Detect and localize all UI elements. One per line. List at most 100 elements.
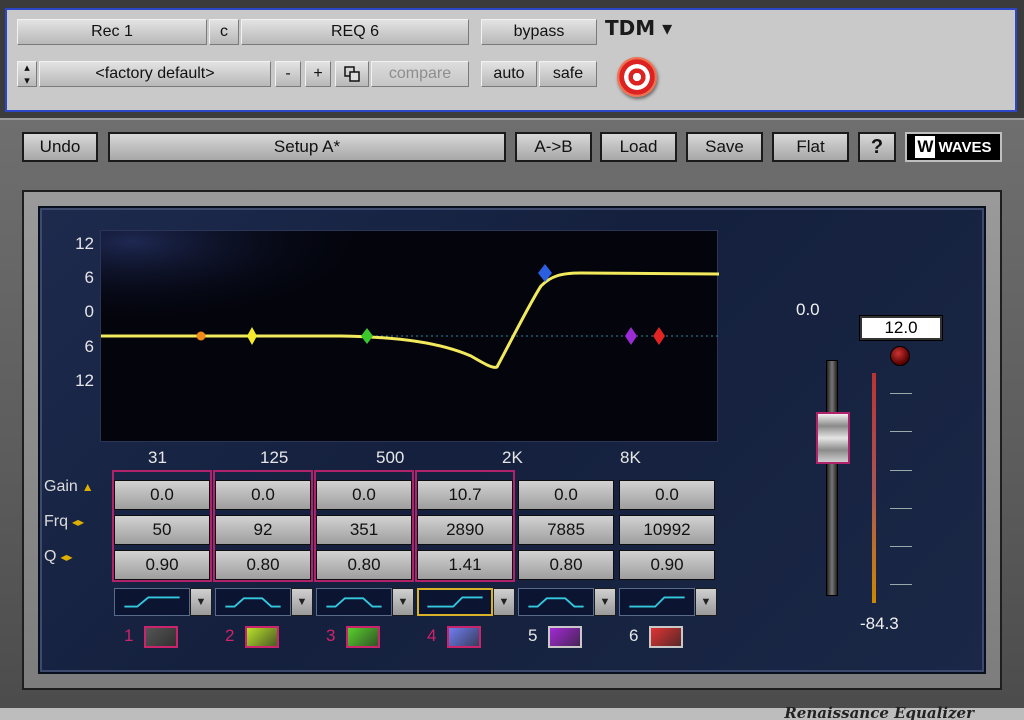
auto-button[interactable]: auto bbox=[481, 61, 537, 87]
meter-tick bbox=[890, 584, 912, 585]
tdm-menu[interactable]: TDM ▾ bbox=[605, 16, 672, 40]
band-6-gain-field[interactable]: 0.0 bbox=[619, 480, 715, 510]
output-gain-value: 0.0 bbox=[796, 300, 820, 319]
y-tick: 12 bbox=[75, 234, 94, 253]
band-3-number: 3 bbox=[326, 626, 336, 645]
preset-arrows-icon[interactable]: ▴ ▾ bbox=[17, 61, 37, 87]
band-6-filter-shape-icon[interactable] bbox=[619, 588, 695, 616]
eq-curve-display[interactable] bbox=[100, 230, 720, 443]
band-4-frq-field[interactable]: 2890 bbox=[417, 515, 513, 545]
undo-button[interactable]: Undo bbox=[22, 132, 98, 162]
help-button[interactable]: ? bbox=[858, 132, 896, 162]
band-5-number: 5 bbox=[528, 626, 538, 645]
track-select[interactable]: Rec 1 bbox=[17, 19, 207, 45]
preset-next-button[interactable]: + bbox=[305, 61, 331, 87]
band-4-filter-dropdown-icon[interactable]: ▼ bbox=[493, 588, 515, 616]
band-1-gain-field[interactable]: 0.0 bbox=[114, 480, 210, 510]
band-4-number: 4 bbox=[427, 626, 437, 645]
band-controls: 0.0 50 0.90 ▼ 1 0.0 92 0.80 ▼ 2 0.0 351 0.80 ▼ 3 10.7 28… bbox=[112, 470, 722, 648]
gain-row-label: Gain ▲ bbox=[44, 478, 94, 495]
safe-button[interactable]: safe bbox=[539, 61, 597, 87]
x-tick: 8K bbox=[620, 448, 641, 467]
x-tick: 125 bbox=[260, 448, 289, 467]
setup-name-button[interactable]: Setup A* bbox=[108, 132, 506, 162]
band-5-filter-dropdown-icon[interactable]: ▼ bbox=[594, 588, 616, 616]
x-tick: 31 bbox=[148, 448, 167, 467]
band-6-q-field[interactable]: 0.90 bbox=[619, 550, 715, 580]
meter-tick bbox=[890, 431, 912, 432]
preset-prev-button[interactable]: - bbox=[275, 61, 301, 87]
left-right-arrows-icon[interactable]: ◂▸ bbox=[60, 550, 72, 564]
band-1-filter-dropdown-icon[interactable]: ▼ bbox=[190, 588, 212, 616]
meter-tick bbox=[890, 470, 912, 471]
preset-menu[interactable]: <factory default> bbox=[39, 61, 271, 87]
output-fader-track[interactable] bbox=[826, 360, 838, 596]
compare-button[interactable]: compare bbox=[371, 61, 469, 87]
band-2-filter-shape-icon[interactable] bbox=[215, 588, 291, 616]
eq-panel: 12 6 0 6 12 31 125 500 2K 8K Gain ▲ Frq … bbox=[38, 206, 986, 674]
band-1-filter-shape-icon[interactable] bbox=[114, 588, 190, 616]
band-5-q-field[interactable]: 0.80 bbox=[518, 550, 614, 580]
band-5-gain-field[interactable]: 0.0 bbox=[518, 480, 614, 510]
output-level-value: -84.3 bbox=[860, 614, 899, 633]
y-tick: 6 bbox=[84, 268, 94, 287]
band-2-filter-dropdown-icon[interactable]: ▼ bbox=[291, 588, 313, 616]
band-6-filter-dropdown-icon[interactable]: ▼ bbox=[695, 588, 717, 616]
x-tick: 2K bbox=[502, 448, 523, 467]
meter-tick bbox=[890, 393, 912, 394]
q-row-label: Q ◂▸ bbox=[44, 548, 73, 565]
band-5-filter-shape-icon[interactable] bbox=[518, 588, 594, 616]
band-4-q-field[interactable]: 1.41 bbox=[417, 550, 513, 580]
copy-settings-icon[interactable] bbox=[335, 61, 369, 87]
left-right-arrows-icon[interactable]: ◂▸ bbox=[72, 515, 84, 529]
band-3-filter-dropdown-icon[interactable]: ▼ bbox=[392, 588, 414, 616]
band-3-enable-toggle[interactable] bbox=[346, 626, 380, 648]
band-1-frq-field[interactable]: 50 bbox=[114, 515, 210, 545]
save-button[interactable]: Save bbox=[686, 132, 763, 162]
band-2-gain-field[interactable]: 0.0 bbox=[215, 480, 311, 510]
output-meter bbox=[872, 373, 876, 603]
band-3-filter-shape-icon[interactable] bbox=[316, 588, 392, 616]
band-5-frq-field[interactable]: 7885 bbox=[518, 515, 614, 545]
load-button[interactable]: Load bbox=[600, 132, 677, 162]
insert-window-header: Rec 1 c REQ 6 bypass TDM ▾ ▴ ▾ <factory d… bbox=[5, 8, 1017, 112]
band-4-enable-toggle[interactable] bbox=[447, 626, 481, 648]
plugin-panel: Undo Setup A* A->B Load Save Flat ? W WAV… bbox=[0, 118, 1024, 720]
waves-w-icon: W bbox=[915, 136, 936, 158]
band-2-enable-toggle[interactable] bbox=[245, 626, 279, 648]
plugin-title: Renaissance Equalizer bbox=[784, 704, 974, 720]
band-1-handle[interactable] bbox=[196, 331, 206, 341]
band-2-q-field[interactable]: 0.80 bbox=[215, 550, 311, 580]
band-1-enable-toggle[interactable] bbox=[144, 626, 178, 648]
up-down-arrows-icon[interactable]: ▲ bbox=[82, 480, 94, 494]
band-3-q-field[interactable]: 0.80 bbox=[316, 550, 412, 580]
band-3-gain-field[interactable]: 0.0 bbox=[316, 480, 412, 510]
band-2-number: 2 bbox=[225, 626, 235, 645]
band-3-frq-field[interactable]: 351 bbox=[316, 515, 412, 545]
band-6-number: 6 bbox=[629, 626, 639, 645]
meter-tick bbox=[890, 508, 912, 509]
meter-tick bbox=[890, 546, 912, 547]
band-1-number: 1 bbox=[124, 626, 134, 645]
band-4-gain-field[interactable]: 10.7 bbox=[417, 480, 513, 510]
band-6-frq-field[interactable]: 10992 bbox=[619, 515, 715, 545]
band-4-filter-shape-icon[interactable] bbox=[417, 588, 493, 616]
waves-logo[interactable]: W WAVES bbox=[905, 132, 1002, 162]
band-6-enable-toggle[interactable] bbox=[649, 626, 683, 648]
target-icon[interactable] bbox=[617, 57, 657, 97]
channel-select[interactable]: c bbox=[209, 19, 239, 45]
peak-readout[interactable]: 12.0 bbox=[859, 315, 943, 341]
output-fader-knob[interactable] bbox=[816, 412, 850, 464]
flat-button[interactable]: Flat bbox=[772, 132, 849, 162]
clip-led-icon[interactable] bbox=[890, 346, 910, 366]
band-5-enable-toggle[interactable] bbox=[548, 626, 582, 648]
band-2-frq-field[interactable]: 92 bbox=[215, 515, 311, 545]
a-to-b-button[interactable]: A->B bbox=[515, 132, 592, 162]
frq-row-label: Frq ◂▸ bbox=[44, 513, 85, 530]
insert-select[interactable]: REQ 6 bbox=[241, 19, 469, 45]
x-tick: 500 bbox=[376, 448, 405, 467]
y-tick: 6 bbox=[84, 337, 94, 356]
y-tick: 12 bbox=[75, 371, 94, 390]
band-1-q-field[interactable]: 0.90 bbox=[114, 550, 210, 580]
bypass-button[interactable]: bypass bbox=[481, 19, 597, 45]
